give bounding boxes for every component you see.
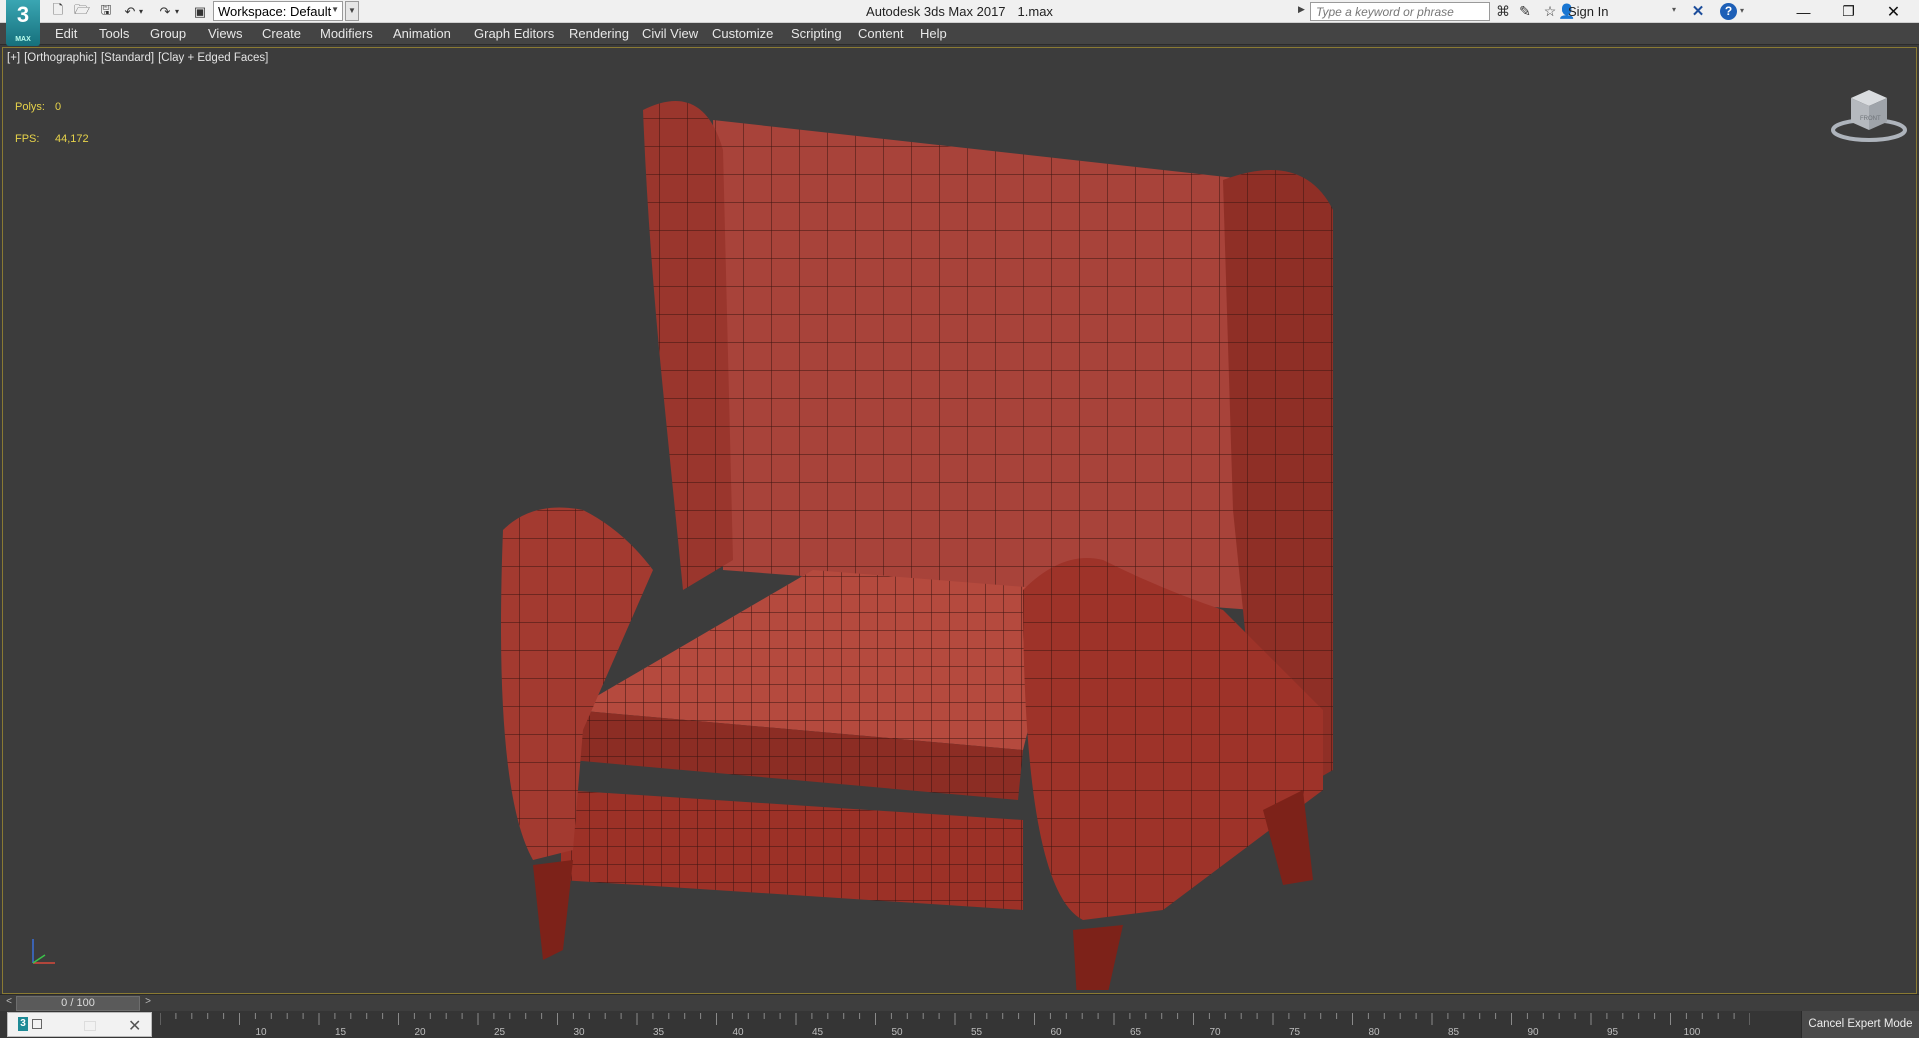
menu-tools[interactable]: Tools — [99, 26, 129, 41]
save-file-icon[interactable]: 🖫 — [96, 2, 116, 21]
time-slider[interactable]: < 0 / 100 > — [0, 994, 1919, 1011]
favorites-star-icon[interactable]: ☆ — [1540, 2, 1560, 21]
ruler-label: 20 — [414, 1027, 426, 1038]
title-bar: 3 MAX 🗋 🗁 🖫 ↶ ▾ ↷ ▾ ▣ Workspace: Default ▼… — [0, 0, 1919, 46]
sign-in-button[interactable]: Sign In — [1568, 4, 1608, 19]
menu-group[interactable]: Group — [150, 26, 186, 41]
menu-content[interactable]: Content — [858, 26, 904, 41]
ruler-label: 75 — [1289, 1027, 1301, 1038]
restore-icon[interactable]: ❐ — [1826, 0, 1871, 23]
ruler-label: 45 — [812, 1027, 824, 1038]
menu-scripting[interactable]: Scripting — [791, 26, 842, 41]
ruler-label: 60 — [1050, 1027, 1062, 1038]
status-bar: 3 ✕ 10 15 20 25 30 35 40 45 50 55 60 65 70 75 80 85 90 95… — [0, 1011, 1919, 1038]
perspective-viewport[interactable]: [+] [Orthographic] [Standard] [Clay + Edged… — [2, 47, 1917, 994]
menu-customize[interactable]: Customize — [712, 26, 773, 41]
svg-text:FRONT: FRONT — [1860, 116, 1881, 122]
next-frame-button[interactable]: > — [142, 996, 154, 1010]
viewport-general-menu[interactable]: [+] — [7, 52, 20, 64]
time-slider-thumb[interactable]: 0 / 100 — [16, 996, 140, 1011]
binoculars-icon[interactable]: ⌘ — [1493, 2, 1513, 21]
cancel-expert-mode-button[interactable]: Cancel Expert Mode — [1801, 1011, 1919, 1038]
ruler-label: 70 — [1209, 1027, 1221, 1038]
undo-dropdown-icon[interactable]: ▾ — [136, 2, 146, 21]
ruler-label: 40 — [732, 1027, 744, 1038]
polys-stat: Polys: 0 — [15, 101, 62, 113]
sign-in-dropdown-icon[interactable]: ▾ — [1672, 5, 1676, 14]
open-file-icon[interactable]: 🗁 — [72, 2, 92, 21]
ruler-label: 80 — [1368, 1027, 1380, 1038]
armchair-3d-model[interactable] — [463, 90, 1393, 990]
frame-ruler[interactable]: 10 15 20 25 30 35 40 45 50 55 60 65 70 75 80 85 90 95 100 — [160, 1011, 1750, 1038]
redo-dropdown-icon[interactable]: ▾ — [172, 2, 182, 21]
maximize-small-icon[interactable] — [84, 1021, 96, 1031]
search-input[interactable]: Type a keyword or phrase — [1310, 2, 1490, 21]
menu-views[interactable]: Views — [208, 26, 242, 41]
previous-frame-button[interactable]: < — [3, 996, 15, 1010]
app-logo[interactable]: 3 MAX — [6, 0, 40, 46]
ruler-label: 30 — [573, 1027, 585, 1038]
menu-modifiers[interactable]: Modifiers — [320, 26, 373, 41]
close-icon[interactable]: ✕ — [1871, 0, 1916, 23]
ruler-label: 85 — [1448, 1027, 1460, 1038]
workspace-select[interactable]: Workspace: Default ▼ — [213, 1, 343, 21]
app-small-icon: 3 — [18, 1017, 28, 1031]
axis-tripod-icon — [32, 939, 55, 964]
ruler-label: 25 — [494, 1027, 506, 1038]
viewport-point-of-view-menu[interactable]: [Orthographic] — [24, 52, 97, 64]
help-icon[interactable]: ? — [1720, 3, 1737, 20]
menu-graph-editors[interactable]: Graph Editors — [474, 26, 554, 41]
project-folder-icon[interactable]: ▣ — [190, 2, 210, 21]
viewport-shading-menu[interactable]: [Clay + Edged Faces] — [158, 52, 268, 64]
viewport-standard-menu[interactable]: [Standard] — [101, 52, 154, 64]
ruler-label: 55 — [971, 1027, 983, 1038]
ruler-label: 35 — [653, 1027, 665, 1038]
help-dropdown-icon[interactable]: ▾ — [1740, 6, 1744, 15]
ruler-label: 15 — [335, 1027, 347, 1038]
menu-help[interactable]: Help — [920, 26, 947, 41]
menu-rendering[interactable]: Rendering — [569, 26, 629, 41]
exchange-apps-icon[interactable]: ✕ — [1688, 2, 1708, 21]
menu-edit[interactable]: Edit — [55, 26, 77, 41]
ruler-label: 95 — [1607, 1027, 1619, 1038]
ruler-label: 90 — [1527, 1027, 1539, 1038]
ruler-label: 50 — [891, 1027, 903, 1038]
viewport-label-menu[interactable]: [+] [Orthographic] [Standard] [Clay + Edged… — [7, 52, 272, 64]
minimized-window-thumbnail[interactable]: 3 ✕ — [7, 1012, 152, 1037]
search-expand-icon[interactable]: ▶ — [1298, 4, 1305, 15]
menu-animation[interactable]: Animation — [393, 26, 451, 41]
fps-stat: FPS: 44,172 — [15, 133, 89, 145]
communication-center-icon[interactable]: ✎ — [1515, 2, 1535, 21]
menu-create[interactable]: Create — [262, 26, 301, 41]
menu-bar: Edit Tools Group Views Create Modifiers … — [0, 23, 1919, 45]
new-file-icon[interactable]: 🗋 — [48, 2, 68, 21]
ruler-label: 65 — [1130, 1027, 1142, 1038]
viewcube-icon[interactable]: FRONT — [1829, 78, 1909, 148]
ruler-label: 10 — [255, 1027, 267, 1038]
minimize-icon[interactable]: — — [1781, 0, 1826, 23]
ruler-label: 100 — [1684, 1027, 1701, 1038]
workspace-menu-button[interactable]: ▼ — [345, 1, 359, 21]
close-small-icon[interactable]: ✕ — [128, 1016, 141, 1036]
menu-civil-view[interactable]: Civil View — [642, 26, 698, 41]
restore-small-icon[interactable] — [32, 1019, 42, 1029]
